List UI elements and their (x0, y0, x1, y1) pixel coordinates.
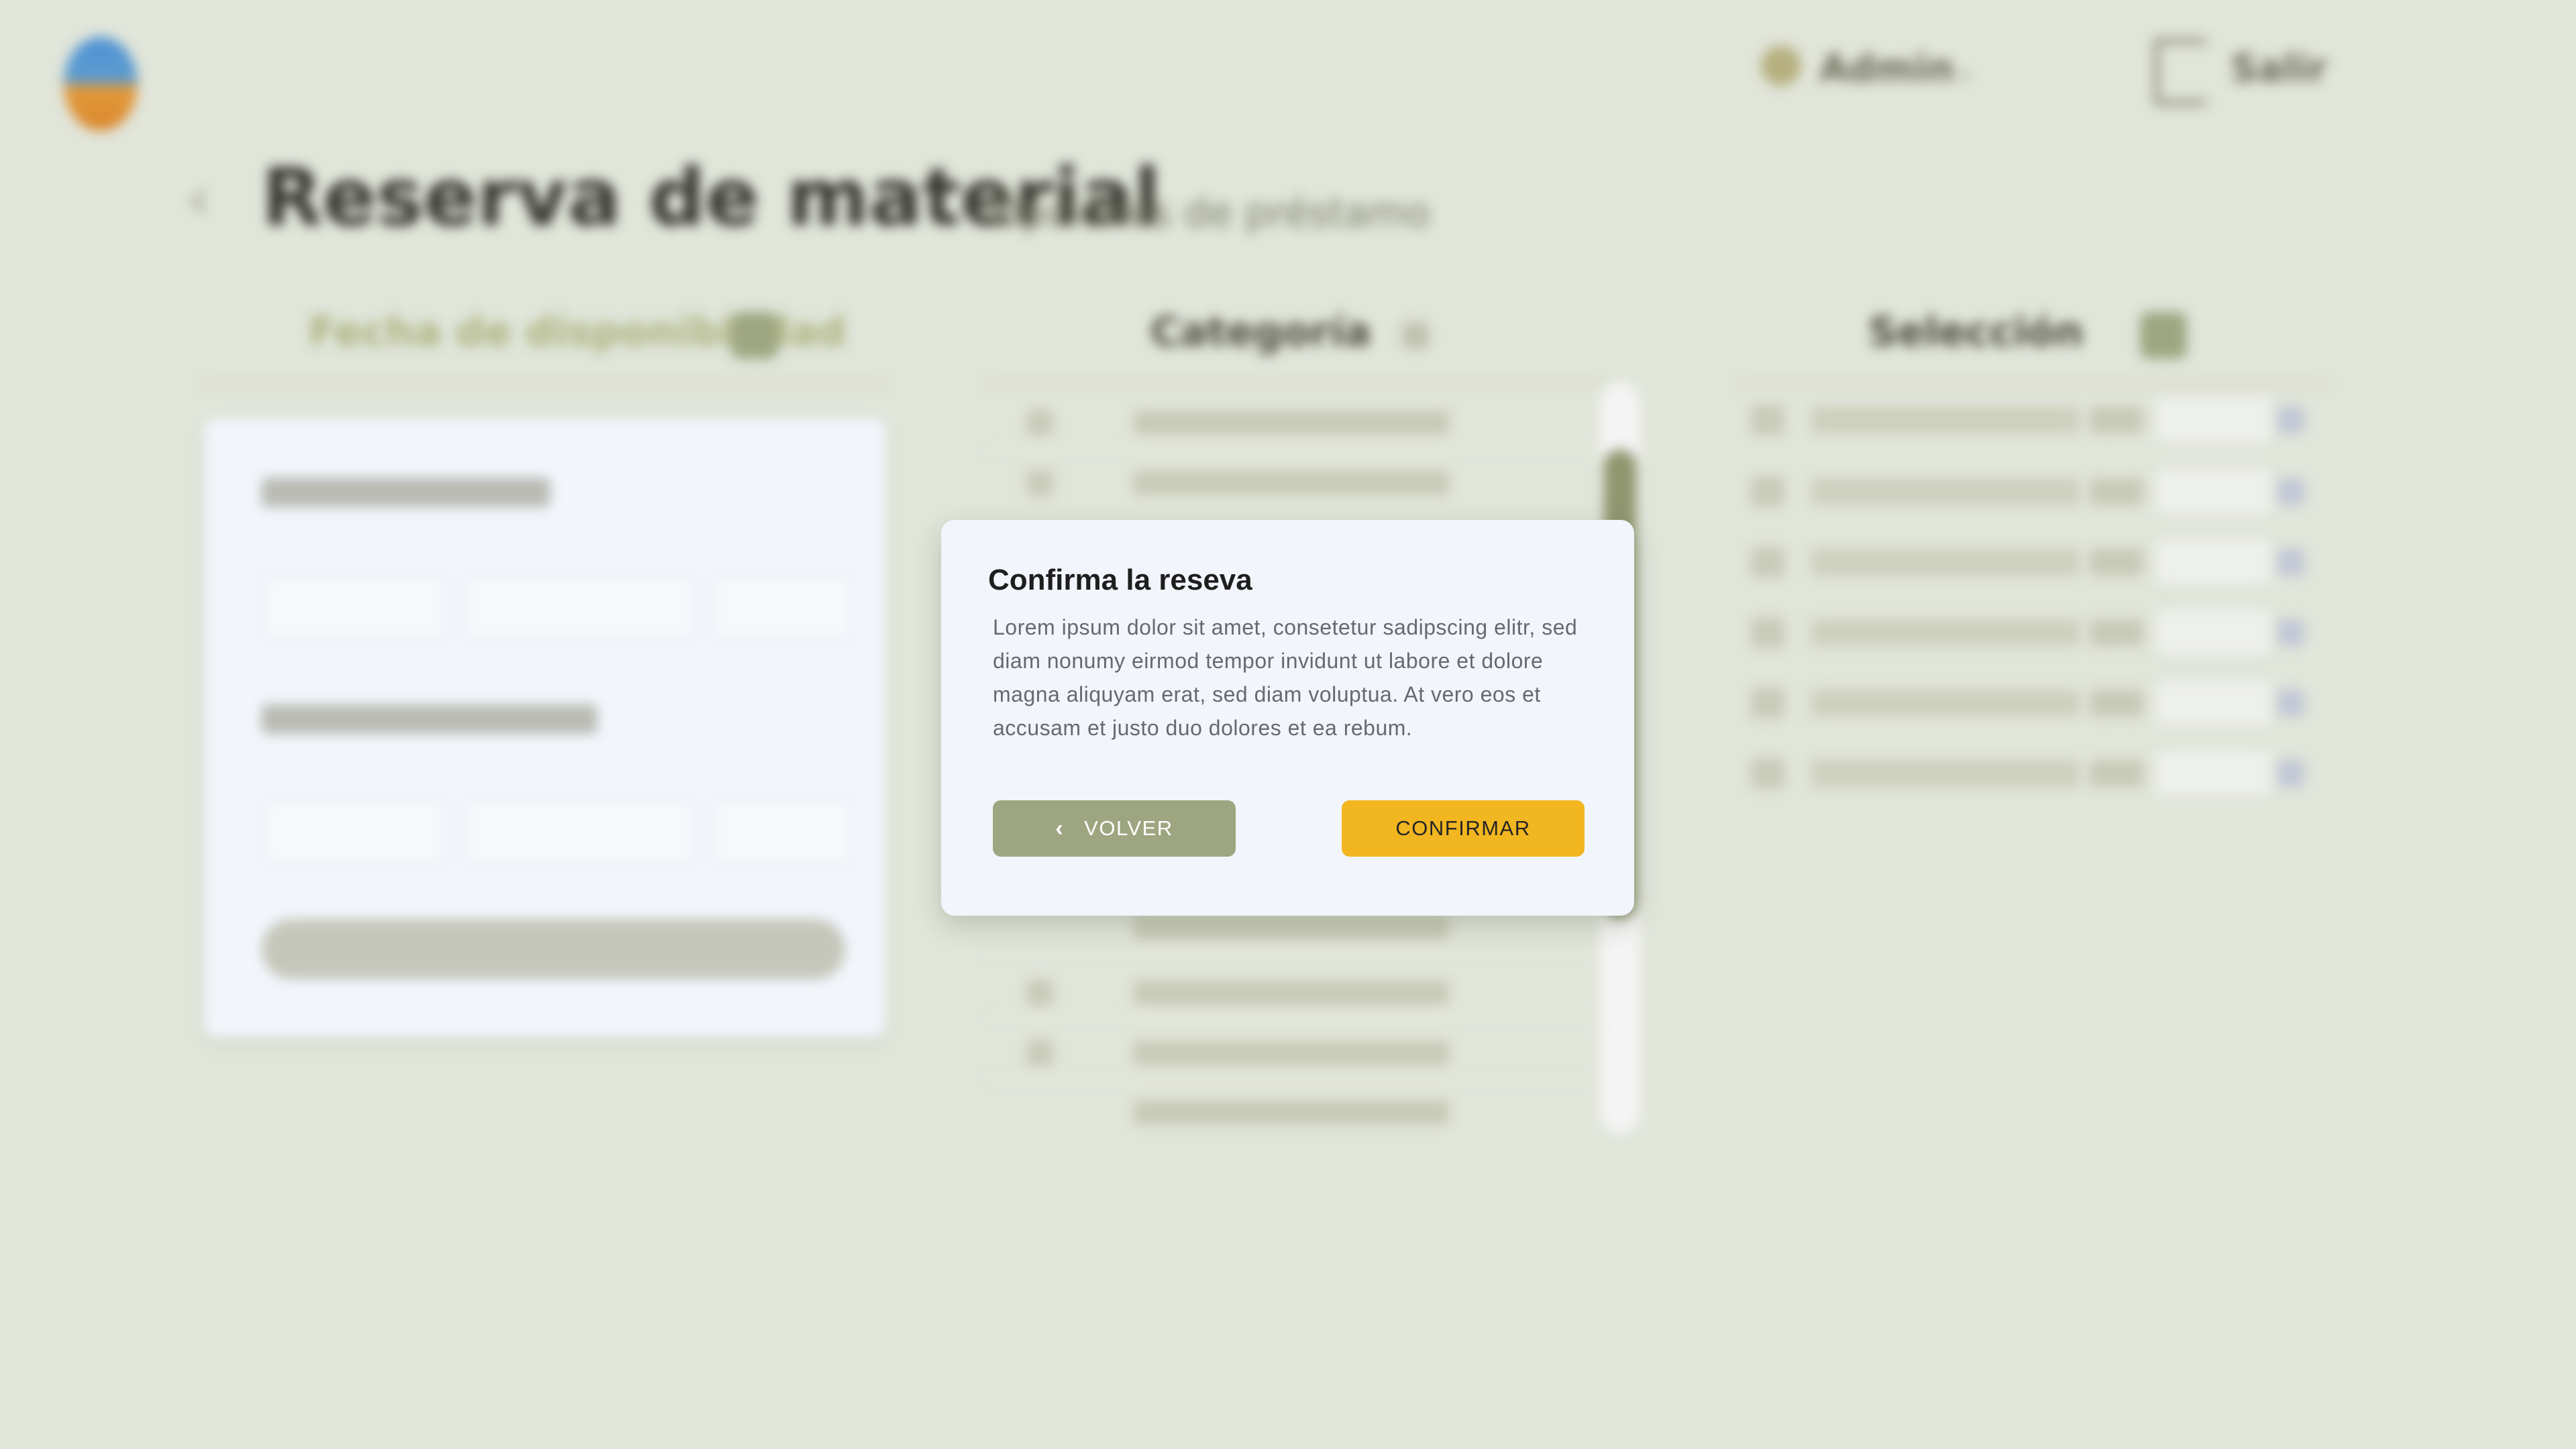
list-item-icon (1026, 979, 1053, 1006)
logout-button[interactable]: Salir (2231, 47, 2327, 91)
check-availability-button[interactable] (262, 919, 845, 979)
list-item[interactable] (1134, 916, 1449, 940)
selection-row (1811, 549, 2080, 576)
page-subtitle: Opciones de préstamo (991, 190, 1430, 235)
year-field[interactable] (711, 574, 853, 641)
quantity-field[interactable] (2157, 681, 2271, 724)
divider (986, 1016, 1603, 1019)
back-button[interactable]: ‹ VOLVER (993, 800, 1236, 857)
month-field[interactable] (463, 798, 695, 866)
app-logo (64, 37, 138, 131)
row-badge (2090, 478, 2143, 505)
card-section-title (262, 704, 597, 734)
row-icon (1751, 758, 1784, 789)
confirm-button-label: CONFIRMAR (1395, 816, 1531, 840)
quantity-field[interactable] (2157, 540, 2271, 584)
user-icon[interactable] (1761, 46, 1801, 86)
list-item[interactable] (1134, 1041, 1449, 1065)
divider (201, 382, 885, 385)
chevron-down-icon[interactable]: ⌄ (1952, 55, 1975, 86)
remove-icon[interactable] (2277, 407, 2304, 433)
quantity-field[interactable] (2157, 610, 2271, 654)
quantity-field[interactable] (2157, 398, 2271, 441)
dialog-title: Confirma la reseva (988, 564, 1252, 596)
selection-row (1811, 619, 2080, 646)
divider (986, 382, 1603, 385)
row-badge (2090, 619, 2143, 646)
selection-column-title: Selección (1868, 309, 2084, 356)
month-field[interactable] (463, 574, 695, 641)
quantity-field[interactable] (2157, 470, 2271, 513)
category-column-title: Categoría (1150, 309, 1371, 356)
list-item-icon (1026, 470, 1053, 496)
list-item[interactable] (1134, 471, 1449, 495)
date-field[interactable] (262, 798, 447, 866)
user-name[interactable]: Admin (1819, 47, 1954, 91)
row-icon (1751, 547, 1784, 578)
remove-icon[interactable] (2277, 690, 2304, 716)
year-field[interactable] (711, 798, 853, 866)
chevron-left-icon: ‹ (1055, 815, 1065, 841)
date-field[interactable] (262, 574, 447, 641)
divider (986, 449, 1603, 452)
row-badge (2090, 760, 2143, 787)
cart-icon[interactable] (2140, 312, 2187, 359)
selection-row (1811, 407, 2080, 433)
list-item[interactable] (1134, 411, 1449, 435)
quantity-field[interactable] (2157, 751, 2271, 795)
selection-row (1811, 690, 2080, 716)
divider (1737, 382, 2328, 385)
calendar-icon[interactable] (731, 312, 778, 359)
remove-icon[interactable] (2277, 619, 2304, 646)
selection-row (1811, 760, 2080, 787)
back-button-label: VOLVER (1084, 816, 1173, 840)
list-item[interactable] (1134, 1100, 1449, 1124)
row-icon (1751, 405, 1784, 435)
dialog-body: Lorem ipsum dolor sit amet, consetetur s… (993, 615, 1578, 740)
confirm-reservation-dialog: Confirma la reseva Lorem ipsum dolor sit… (941, 520, 1634, 916)
list-item[interactable] (1134, 981, 1449, 1005)
divider (986, 953, 1603, 955)
row-icon (1751, 476, 1784, 507)
row-badge (2090, 549, 2143, 576)
remove-icon[interactable] (2277, 549, 2304, 576)
row-icon (1751, 688, 1784, 718)
remove-icon[interactable] (2277, 760, 2304, 787)
sort-icon[interactable] (1402, 322, 1429, 349)
remove-icon[interactable] (2277, 478, 2304, 505)
row-badge (2090, 407, 2143, 433)
back-arrow-icon[interactable]: ‹ (188, 168, 209, 230)
divider (986, 1077, 1603, 1079)
row-badge (2090, 690, 2143, 716)
confirm-button[interactable]: CONFIRMAR (1342, 800, 1585, 857)
list-item-icon (1026, 409, 1053, 436)
list-item-icon (1026, 1040, 1053, 1067)
card-section-title (262, 478, 550, 507)
selection-row (1811, 478, 2080, 505)
logout-icon[interactable] (2153, 38, 2207, 106)
row-icon (1751, 617, 1784, 648)
